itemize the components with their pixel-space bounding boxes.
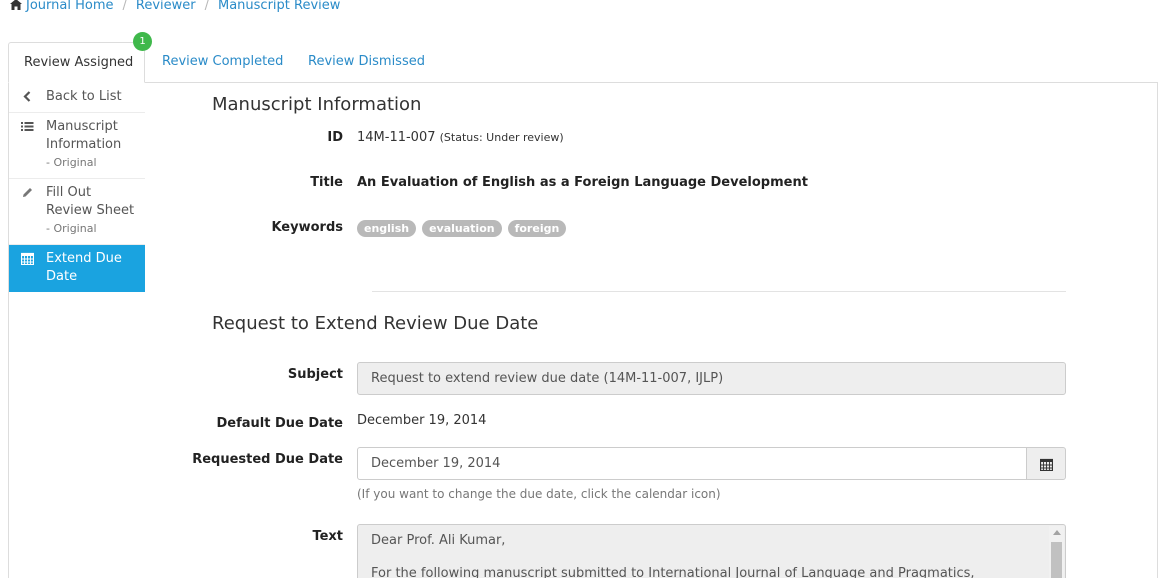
requested-due-date-label: Requested Due Date: [192, 452, 343, 467]
sidebar-item-label: Extend Due Date: [46, 251, 122, 284]
scrollbar-thumb[interactable]: [1051, 542, 1062, 578]
sidebar-item-manuscript-information[interactable]: Manuscript Information - Original: [9, 113, 145, 179]
calendar-icon: [1040, 458, 1053, 471]
chevron-left-icon: [23, 91, 31, 102]
message-textarea[interactable]: Dear Prof. Ali Kumar, For the following …: [357, 524, 1066, 578]
default-due-date-value: December 19, 2014: [357, 413, 487, 428]
scroll-up-arrow-icon[interactable]: [1053, 530, 1061, 535]
tab-review-completed[interactable]: Review Completed: [147, 42, 298, 83]
breadcrumb-journal-home[interactable]: Journal Home: [26, 0, 113, 13]
calendar-icon: [21, 252, 34, 265]
keywords-label: Keywords: [271, 220, 343, 235]
breadcrumb-reviewer[interactable]: Reviewer: [136, 0, 196, 13]
text-label: Text: [312, 529, 343, 544]
sidebar-item-label: Back to List: [46, 89, 122, 104]
manuscript-id: 14M-11-007 (Status: Under review): [357, 130, 564, 145]
due-date-help-text: (If you want to change the due date, cli…: [357, 487, 721, 501]
keyword-tag: english: [357, 220, 417, 237]
subject-label: Subject: [287, 367, 343, 382]
manuscript-information-heading: Manuscript Information: [212, 94, 422, 115]
sidebar-item-sublabel: - Original: [46, 222, 97, 235]
subject-field[interactable]: Request to extend review due date (14M-1…: [357, 362, 1066, 395]
sidebar-item-sublabel: - Original: [46, 156, 97, 169]
textarea-scrollbar[interactable]: [1049, 526, 1064, 578]
breadcrumb-manuscript-review[interactable]: Manuscript Review: [218, 0, 340, 13]
id-label: ID: [327, 130, 343, 145]
title-label: Title: [310, 175, 343, 190]
sidebar-item-fill-out-review-sheet[interactable]: Fill Out Review Sheet - Original: [9, 179, 145, 245]
manuscript-id-value: 14M-11-007: [357, 130, 436, 145]
sidebar: Back to List Manuscript Information - Or…: [9, 83, 145, 292]
pencil-icon: [23, 188, 32, 197]
manuscript-title: An Evaluation of English as a Foreign La…: [357, 175, 808, 190]
sidebar-item-extend-due-date[interactable]: Extend Due Date: [9, 245, 145, 292]
keyword-list: english evaluation foreign: [357, 220, 572, 237]
keyword-tag: evaluation: [422, 220, 502, 237]
breadcrumb-separator: /: [204, 0, 209, 13]
default-due-date-label: Default Due Date: [216, 416, 343, 431]
breadcrumb: Journal Home / Reviewer / Manuscript Review: [10, 0, 340, 13]
tab-review-dismissed[interactable]: Review Dismissed: [293, 42, 440, 83]
breadcrumb-separator: /: [122, 0, 127, 13]
tab-content-panel: [8, 82, 1158, 578]
calendar-button[interactable]: [1026, 447, 1066, 480]
section-divider: [372, 291, 1066, 292]
keyword-tag: foreign: [507, 220, 567, 237]
list-icon: [21, 122, 34, 131]
requested-due-date-input[interactable]: December 19, 2014: [357, 447, 1027, 480]
tab-review-assigned[interactable]: Review Assigned: [8, 42, 145, 83]
sidebar-item-back-to-list[interactable]: Back to List: [9, 83, 145, 113]
manuscript-status: (Status: Under review): [439, 131, 564, 144]
extend-due-date-heading: Request to Extend Review Due Date: [212, 313, 539, 334]
home-icon: [10, 0, 22, 10]
sidebar-item-label: Manuscript Information: [46, 119, 122, 152]
review-assigned-count-badge: 1: [133, 32, 152, 51]
sidebar-item-label: Fill Out Review Sheet: [46, 185, 135, 218]
message-body-line: For the following manuscript submitted t…: [371, 566, 975, 578]
message-greeting: Dear Prof. Ali Kumar,: [371, 533, 506, 548]
